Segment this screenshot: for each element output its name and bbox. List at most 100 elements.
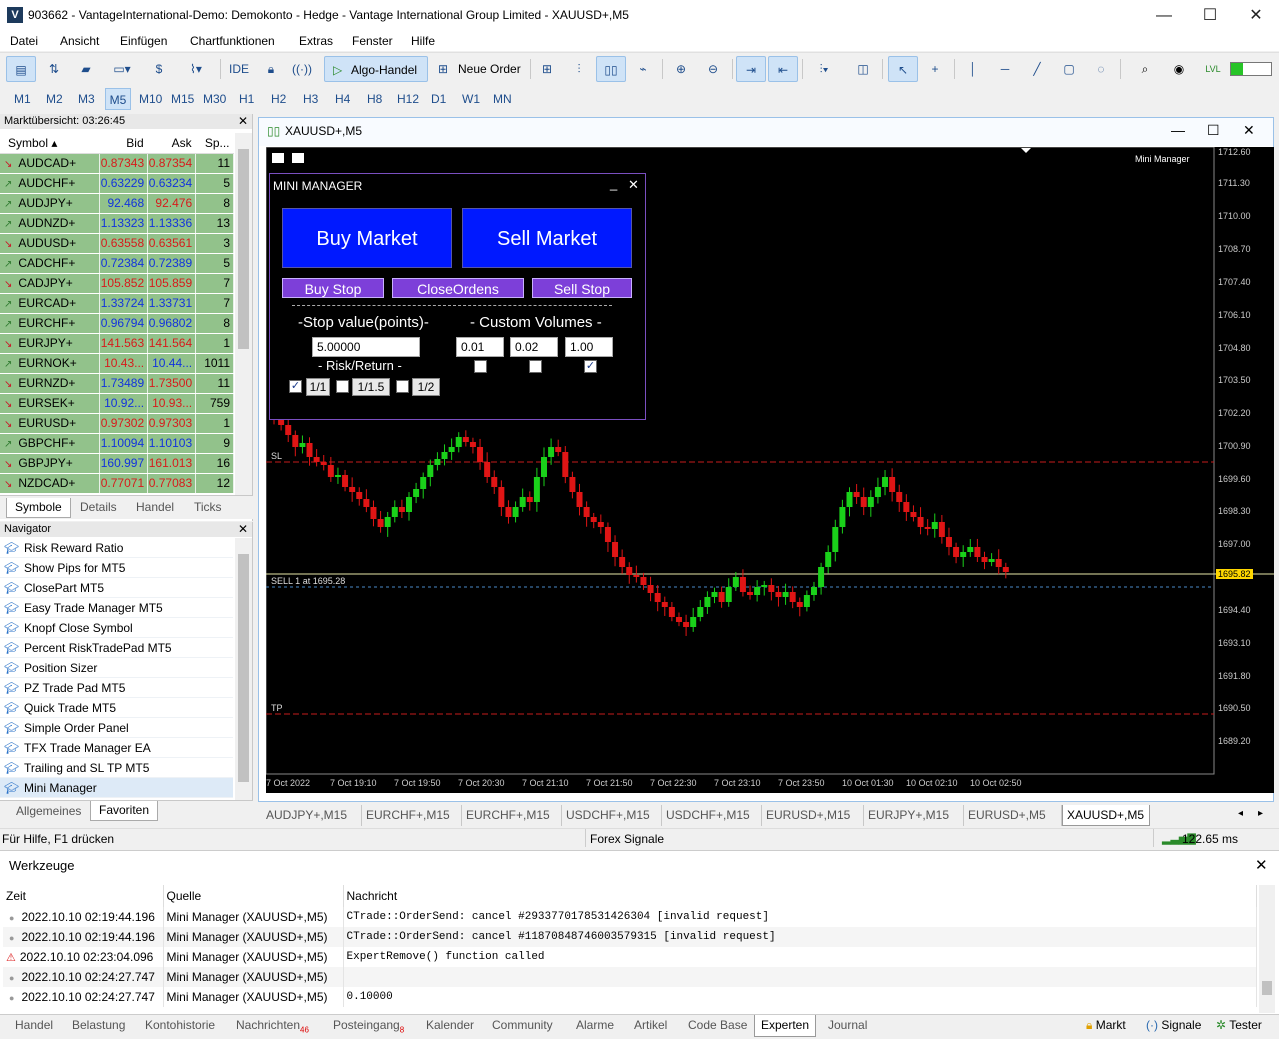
chart-line-icon[interactable]: ⌇▾ bbox=[178, 56, 214, 82]
market-watch-row[interactable]: ↗ EURNOK+ 10.43... 10.44... 1011 bbox=[0, 353, 234, 374]
tf-h8[interactable]: H8 bbox=[364, 88, 385, 110]
market-watch-scrollbar[interactable] bbox=[235, 133, 252, 508]
volume-3-checkbox[interactable]: ✓ bbox=[584, 360, 597, 373]
tab-news[interactable]: Nachrichten46 bbox=[236, 1018, 309, 1034]
navigator-item[interactable]: 🎓︎ Position Sizer bbox=[0, 658, 233, 678]
tab-experts[interactable]: Experten bbox=[754, 1015, 817, 1037]
buy-stop-button[interactable]: Buy Stop bbox=[282, 278, 384, 298]
menu-chart[interactable]: Chartfunktionen bbox=[190, 34, 275, 48]
market-watch-row[interactable]: ↘ EURSEK+ 10.92... 10.93... 759 bbox=[0, 393, 234, 414]
tabs-left-icon[interactable]: ◂ bbox=[1238, 808, 1243, 819]
objects-icon[interactable]: ◌ bbox=[1088, 56, 1114, 82]
col-spread[interactable]: Sp... bbox=[195, 133, 234, 154]
volume-2-input[interactable] bbox=[510, 337, 558, 357]
tf-m2[interactable]: M2 bbox=[43, 88, 66, 110]
finance-icon[interactable]: $ bbox=[146, 56, 172, 82]
grid-icon[interactable]: ⊞ bbox=[534, 56, 560, 82]
trendline-icon[interactable]: ╱ bbox=[1024, 56, 1050, 82]
new-order-button[interactable]: ⊞ Neue Order bbox=[432, 56, 524, 82]
navigator-item[interactable]: 🎓︎ Quick Trade MT5 bbox=[0, 698, 233, 718]
tab-mailbox[interactable]: Posteingang8 bbox=[333, 1018, 404, 1034]
chart-maximize-button[interactable]: ☐ bbox=[1207, 122, 1220, 139]
menu-window[interactable]: Fenster bbox=[352, 34, 393, 48]
col-time[interactable]: Zeit bbox=[3, 885, 164, 907]
chart-tab[interactable]: EURUSD+,M15 bbox=[762, 805, 864, 826]
tf-h4[interactable]: H4 bbox=[332, 88, 353, 110]
market-watch-row[interactable]: ↘ CADJPY+ 105.852 105.859 7 bbox=[0, 273, 234, 294]
account-icon[interactable]: ◉ bbox=[1166, 56, 1192, 82]
crosshair-icon[interactable]: + bbox=[922, 56, 948, 82]
market-watch-row[interactable]: ↘ GBPJPY+ 160.997 161.013 16 bbox=[0, 453, 234, 474]
chart-tab[interactable]: EURJPY+,M15 bbox=[864, 805, 964, 826]
tab-exposure[interactable]: Belastung bbox=[72, 1018, 125, 1032]
col-bid[interactable]: Bid bbox=[99, 133, 148, 154]
close-icon[interactable]: ✕ bbox=[238, 522, 248, 537]
chart-tab[interactable]: EURCHF+,M15 bbox=[362, 805, 462, 826]
ratio-3-button[interactable]: 1/2 bbox=[412, 378, 440, 396]
market-watch-row[interactable]: ↗ CADCHF+ 0.72384 0.72389 5 bbox=[0, 253, 234, 274]
tabs-right-icon[interactable]: ▸ bbox=[1258, 808, 1263, 819]
data-window-icon[interactable]: ⇅ bbox=[40, 56, 68, 82]
close-icon[interactable]: ✕ bbox=[238, 114, 248, 129]
market-watch-row[interactable]: ↘ NZDCAD+ 0.77071 0.77083 12 bbox=[0, 473, 234, 494]
navigator-item[interactable]: 🎓︎ Mini Manager bbox=[0, 778, 233, 798]
market-watch-row[interactable]: ↘ EURJPY+ 141.563 141.564 1 bbox=[0, 333, 234, 354]
tab-market[interactable]: 🔒︎ Markt bbox=[1086, 1018, 1126, 1033]
navigator-item[interactable]: 🎓︎ ClosePart MT5 bbox=[0, 578, 233, 598]
chart-minimize-button[interactable]: — bbox=[1171, 122, 1185, 138]
ratio-2-button[interactable]: 1/1.5 bbox=[352, 378, 390, 396]
ratio-3-checkbox[interactable] bbox=[396, 380, 409, 393]
menu-view[interactable]: Ansicht bbox=[60, 34, 99, 48]
navigator-item[interactable]: 🎓︎ Show Pips for MT5 bbox=[0, 558, 233, 578]
navigator-item[interactable]: 🎓︎ Simple Order Panel bbox=[0, 718, 233, 738]
shapes-icon[interactable]: ▢ bbox=[1056, 56, 1082, 82]
tf-m5[interactable]: M5 bbox=[105, 88, 131, 110]
tf-h1[interactable]: H1 bbox=[236, 88, 257, 110]
tf-h12[interactable]: H12 bbox=[394, 88, 422, 110]
navigator-scrollbar[interactable] bbox=[235, 538, 252, 800]
col-symbol[interactable]: Symbol ▴ bbox=[0, 133, 100, 154]
tab-journal[interactable]: Journal bbox=[828, 1018, 867, 1032]
market-watch-row[interactable]: ↗ GBPCHF+ 1.10094 1.10103 9 bbox=[0, 433, 234, 454]
tf-mn[interactable]: MN bbox=[490, 88, 515, 110]
chart-tab[interactable]: XAUUSD+,M5 bbox=[1062, 805, 1150, 826]
maximize-button[interactable]: ☐ bbox=[1187, 0, 1233, 31]
log-row[interactable]: ● 2022.10.10 02:19:44.196 Mini Manager (X… bbox=[3, 927, 1257, 947]
market-watch-row[interactable]: ↗ EURCAD+ 1.33724 1.33731 7 bbox=[0, 293, 234, 314]
col-ask[interactable]: Ask bbox=[147, 133, 196, 154]
autoscroll-icon[interactable]: ⇥ bbox=[736, 56, 766, 82]
log-row[interactable]: ● 2022.10.10 02:24:27.747 Mini Manager (X… bbox=[3, 967, 1257, 987]
line-chart-icon[interactable]: ⌁ bbox=[630, 56, 656, 82]
candle-chart-icon[interactable]: ▯▯ bbox=[596, 56, 626, 82]
volume-1-input[interactable] bbox=[456, 337, 504, 357]
navigator-item[interactable]: 🎓︎ Risk Reward Ratio bbox=[0, 538, 233, 558]
market-watch-row[interactable]: ↘ EURNZD+ 1.73489 1.73500 11 bbox=[0, 373, 234, 394]
chart-tab[interactable]: USDCHF+,M15 bbox=[562, 805, 662, 826]
volume-3-input[interactable] bbox=[565, 337, 613, 357]
volume-2-checkbox[interactable] bbox=[529, 360, 542, 373]
tab-community[interactable]: Community bbox=[492, 1018, 553, 1032]
screenshot-icon[interactable]: ◫ bbox=[850, 56, 876, 82]
col-message[interactable]: Nachricht bbox=[343, 885, 1257, 907]
search-icon[interactable]: ⌕ bbox=[1132, 56, 1158, 82]
cursor-icon[interactable]: ↖ bbox=[888, 56, 918, 82]
tab-trading[interactable]: Handel bbox=[128, 498, 182, 518]
status-signals[interactable]: Forex Signale bbox=[590, 832, 664, 846]
navigator-item[interactable]: 🎓︎ Trailing and SL TP MT5 bbox=[0, 758, 233, 778]
market-watch-row[interactable]: ↘ AUDUSD+ 0.63558 0.63561 3 bbox=[0, 233, 234, 254]
tab-ticks[interactable]: Ticks bbox=[186, 498, 230, 518]
log-row[interactable]: ● 2022.10.10 02:24:27.747 Mini Manager (X… bbox=[3, 987, 1257, 1007]
zoom-out-icon[interactable]: ⊖ bbox=[700, 56, 726, 82]
tab-codebase[interactable]: Code Base bbox=[688, 1018, 747, 1032]
ratio-1-checkbox[interactable]: ✓ bbox=[289, 380, 302, 393]
market-watch-row[interactable]: ↗ AUDJPY+ 92.468 92.476 8 bbox=[0, 193, 234, 214]
ratio-1-button[interactable]: 1/1 bbox=[306, 378, 330, 396]
tf-m1[interactable]: M1 bbox=[11, 88, 34, 110]
terminal-icon[interactable]: ▭▾ bbox=[104, 56, 140, 82]
log-row[interactable]: ⚠ 2022.10.10 02:23:04.096 Mini Manager (X… bbox=[3, 947, 1257, 967]
chart-tab[interactable]: USDCHF+,M15 bbox=[662, 805, 762, 826]
tab-signals[interactable]: (·) Signale bbox=[1146, 1018, 1201, 1032]
chart-close-button[interactable]: ✕ bbox=[1243, 122, 1255, 139]
minimize-button[interactable]: — bbox=[1141, 0, 1187, 31]
market-watch-row[interactable]: ↘ AUDCAD+ 0.87343 0.87354 11 bbox=[0, 153, 234, 174]
